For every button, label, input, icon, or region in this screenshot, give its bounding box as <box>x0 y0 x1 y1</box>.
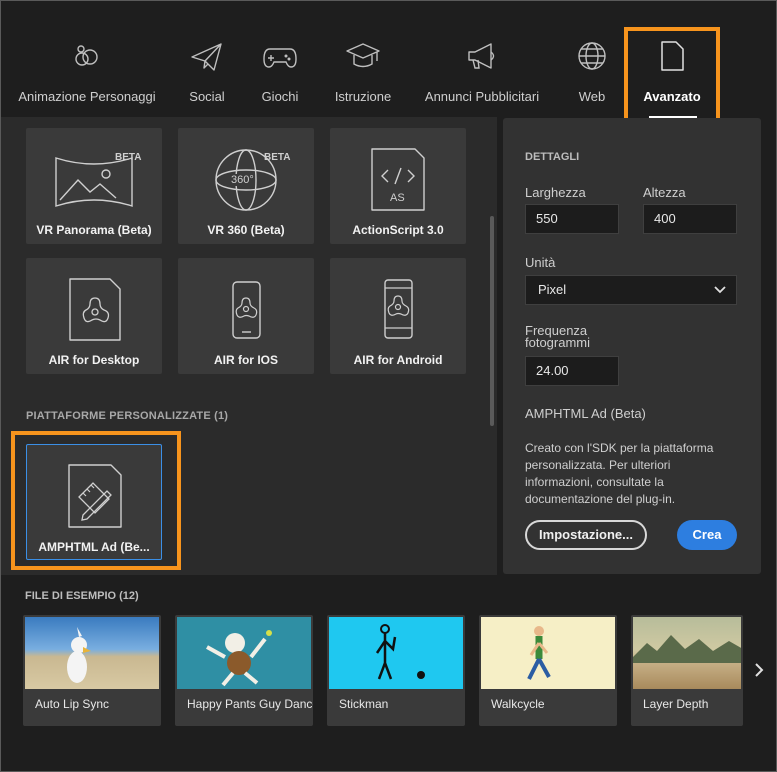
width-label: Larghezza <box>525 185 586 200</box>
beta-badge: BETA <box>115 152 142 163</box>
template-air-android[interactable]: AIR for Android <box>330 258 466 374</box>
megaphone-icon <box>468 43 495 69</box>
tab-istruzione[interactable]: Istruzione <box>335 37 391 117</box>
fps-label: Frequenza fotogrammi <box>525 324 591 350</box>
template-label: VR Panorama (Beta) <box>36 223 152 237</box>
sample-happy-pants-guy-dance[interactable]: Happy Pants Guy Dance <box>175 615 313 726</box>
tab-annunci-pubblicitari[interactable]: Annunci Pubblicitari <box>425 37 539 117</box>
sample-stickman[interactable]: Stickman <box>327 615 465 726</box>
sample-label: Happy Pants Guy Dance <box>187 697 313 711</box>
template-label: AIR for Android <box>353 353 443 367</box>
characters-icon <box>75 45 98 66</box>
sample-label: Layer Depth <box>643 697 709 711</box>
globe-icon <box>578 42 606 70</box>
template-air-ios[interactable]: AIR for IOS <box>178 258 314 374</box>
template-label: ActionScript 3.0 <box>352 223 444 237</box>
tab-label: Giochi <box>261 89 299 104</box>
sample-thumbnail <box>633 617 741 689</box>
tab-animazione-personaggi[interactable]: Animazione Personaggi <box>18 37 156 117</box>
tab-label: Annunci Pubblicitari <box>424 89 540 104</box>
sample-label: Stickman <box>339 697 389 711</box>
paper-plane-icon <box>191 43 222 71</box>
sample-layer-depth[interactable]: Layer Depth <box>631 615 743 726</box>
sample-thumbnail <box>481 617 615 689</box>
template-actionscript[interactable]: AS ActionScript 3.0 <box>330 128 466 244</box>
gamepad-icon <box>263 48 297 68</box>
height-label: Altezza <box>643 185 686 200</box>
details-panel: DETTAGLI Larghezza 550 Altezza 400 Unità… <box>503 118 761 574</box>
sample-thumbnail <box>329 617 463 689</box>
template-label: AIR for IOS <box>213 353 278 367</box>
chevron-down-icon <box>714 286 726 294</box>
template-name: AMPHTML Ad (Beta) <box>525 406 646 421</box>
custom-platforms-title: PIATTAFORME PERSONALIZZATE (1) <box>26 410 229 422</box>
as-text: AS <box>390 192 405 204</box>
unit-select[interactable]: Pixel <box>525 275 737 305</box>
custom-template-highlight-box <box>11 431 181 570</box>
template-vr-panorama[interactable]: BETA VR Panorama (Beta) <box>26 128 162 244</box>
sample-thumbnail <box>25 617 159 689</box>
sample-label: Walkcycle <box>491 697 545 711</box>
tab-web[interactable]: Web <box>572 37 612 117</box>
tab-label: Social <box>189 89 225 104</box>
tab-social[interactable]: Social <box>187 37 227 117</box>
create-button[interactable]: Crea <box>677 520 737 550</box>
width-field[interactable]: 550 <box>525 204 619 234</box>
sample-auto-lip-sync[interactable]: Auto Lip Sync <box>23 615 161 726</box>
sample-files-title: FILE DI ESEMPIO (12) <box>25 590 139 602</box>
tab-giochi[interactable]: Giochi <box>260 37 300 117</box>
sample-thumbnail <box>177 617 311 689</box>
details-title: DETTAGLI <box>525 151 580 163</box>
vr-360-text: 360° <box>230 174 255 186</box>
unit-label: Unità <box>525 255 556 270</box>
sample-walkcycle[interactable]: Walkcycle <box>479 615 617 726</box>
settings-button[interactable]: Impostazione... <box>525 520 647 550</box>
template-air-desktop[interactable]: AIR for Desktop <box>26 258 162 374</box>
tab-label: Istruzione <box>334 89 392 104</box>
graduation-cap-icon <box>346 43 380 68</box>
fps-field[interactable]: 24.00 <box>525 356 619 386</box>
sample-label: Auto Lip Sync <box>35 697 110 711</box>
template-label: VR 360 (Beta) <box>207 223 285 237</box>
template-description: Creato con l'SDK per la piattaforma pers… <box>525 441 714 506</box>
tab-label: Animazione Personaggi <box>18 89 156 104</box>
new-document-dialog: Animazione Personaggi Social Giochi Istr… <box>0 0 777 772</box>
unit-value: Pixel <box>538 282 567 297</box>
beta-badge: BETA <box>264 152 291 163</box>
template-scrollbar[interactable] <box>490 216 494 426</box>
fps-label-line2: fotogrammi <box>525 335 591 350</box>
height-field[interactable]: 400 <box>643 204 737 234</box>
chevron-right-icon[interactable] <box>753 661 765 679</box>
template-label: AIR for Desktop <box>48 353 140 367</box>
template-vr-360[interactable]: 360° BETA VR 360 (Beta) <box>178 128 314 244</box>
tab-label: Web <box>578 89 606 104</box>
